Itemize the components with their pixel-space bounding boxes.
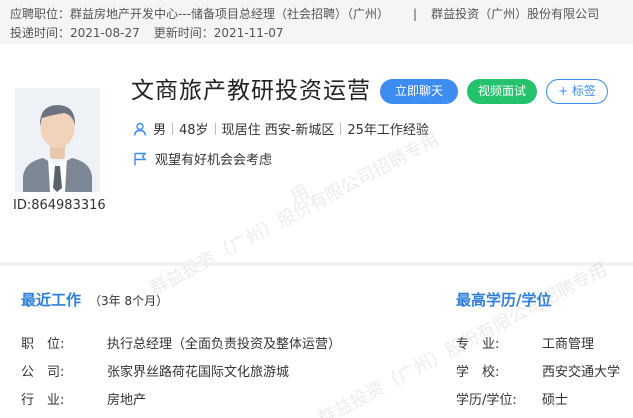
age: 48岁: [179, 123, 209, 138]
education-row: 专 业: 工商管理: [456, 333, 594, 352]
education-row-value: 硕士: [542, 393, 569, 408]
update-date: 2021-11-07: [213, 26, 284, 40]
apply-date-label: 投递时间：: [10, 26, 71, 40]
application-position-line: 应聘职位：群益房地产开发中心---储备项目总经理（社会招聘）（广州） | 群益投资（…: [10, 5, 599, 22]
work-row: 行 业: 房地产: [21, 389, 146, 408]
recent-work-title: 最近工作 （3年 8个月）: [21, 289, 168, 310]
candidate-profile: ID:864983316 文商旅产教研投资运营 立即聊天 视频面试 + 标签 男…: [0, 44, 633, 262]
education-row: 学 校: 西安交通大学: [456, 361, 620, 380]
application-header: 应聘职位：群益房地产开发中心---储备项目总经理（社会招聘）（广州） | 群益投资（…: [0, 0, 633, 44]
education-row-label: 学 校:: [456, 365, 500, 380]
work-row-label: 公 司:: [21, 365, 65, 380]
position-label: 应聘职位：: [10, 7, 71, 21]
education-row-value: 西安交通大学: [542, 365, 621, 380]
application-dates-line: 投递时间：2021-08-27 更新时间：2021-11-07: [10, 24, 284, 41]
add-tag-button[interactable]: + 标签: [546, 79, 608, 104]
recent-work-heading: 最近工作: [21, 291, 82, 309]
recent-work-duration: （3年 8个月）: [89, 294, 169, 308]
person-icon: [133, 122, 147, 136]
work-experience: 25年工作经验: [347, 123, 429, 138]
person-avatar-icon: [15, 88, 100, 192]
education-row-label: 专 业:: [456, 337, 500, 352]
work-row-value: 房地产: [107, 393, 147, 408]
education-title: 最高学历/学位: [456, 291, 552, 309]
job-intent: 观望有好机会会考虑: [133, 149, 272, 168]
work-row: 公 司: 张家界丝路荷花国际文化旅游城: [21, 361, 289, 380]
work-row-label: 职 位:: [21, 337, 65, 352]
chat-now-button[interactable]: 立即聊天: [380, 79, 458, 104]
education-row: 学历/学位: 硕士: [456, 389, 568, 408]
info-divider: [172, 122, 174, 135]
company-name: 群益投资（广州）股份有限公司: [431, 7, 600, 21]
avatar: [15, 88, 100, 192]
work-row-value: 执行总经理（全面负责投资及整体运营）: [107, 337, 342, 352]
video-interview-button[interactable]: 视频面试: [467, 79, 537, 104]
work-row-value: 张家界丝路荷花国际文化旅游城: [107, 365, 290, 380]
education-row-label: 学历/学位:: [456, 393, 517, 408]
info-divider: [214, 122, 216, 135]
flag-icon: [134, 152, 147, 165]
work-row-label: 行 业:: [21, 393, 65, 408]
candidate-name: 文商旅产教研投资运营: [131, 78, 371, 104]
candidate-id: ID:864983316: [13, 198, 106, 213]
update-date-label: 更新时间：: [153, 26, 214, 40]
separator: |: [413, 7, 418, 21]
job-intent-text: 观望有好机会会考虑: [155, 153, 273, 168]
work-row: 职 位: 执行总经理（全面负责投资及整体运营）: [21, 333, 341, 352]
candidate-basic-info: 男 48岁 现居住 西安-新城区 25年工作经验: [133, 119, 429, 138]
education-row-value: 工商管理: [542, 337, 595, 352]
gender: 男: [153, 123, 167, 138]
position-value: 群益房地产开发中心---储备项目总经理（社会招聘）（广州）: [70, 7, 390, 21]
residence: 现居住 西安-新城区: [221, 123, 335, 138]
section-divider: [0, 262, 633, 266]
apply-date: 2021-08-27: [70, 26, 140, 40]
info-divider: [340, 122, 342, 135]
